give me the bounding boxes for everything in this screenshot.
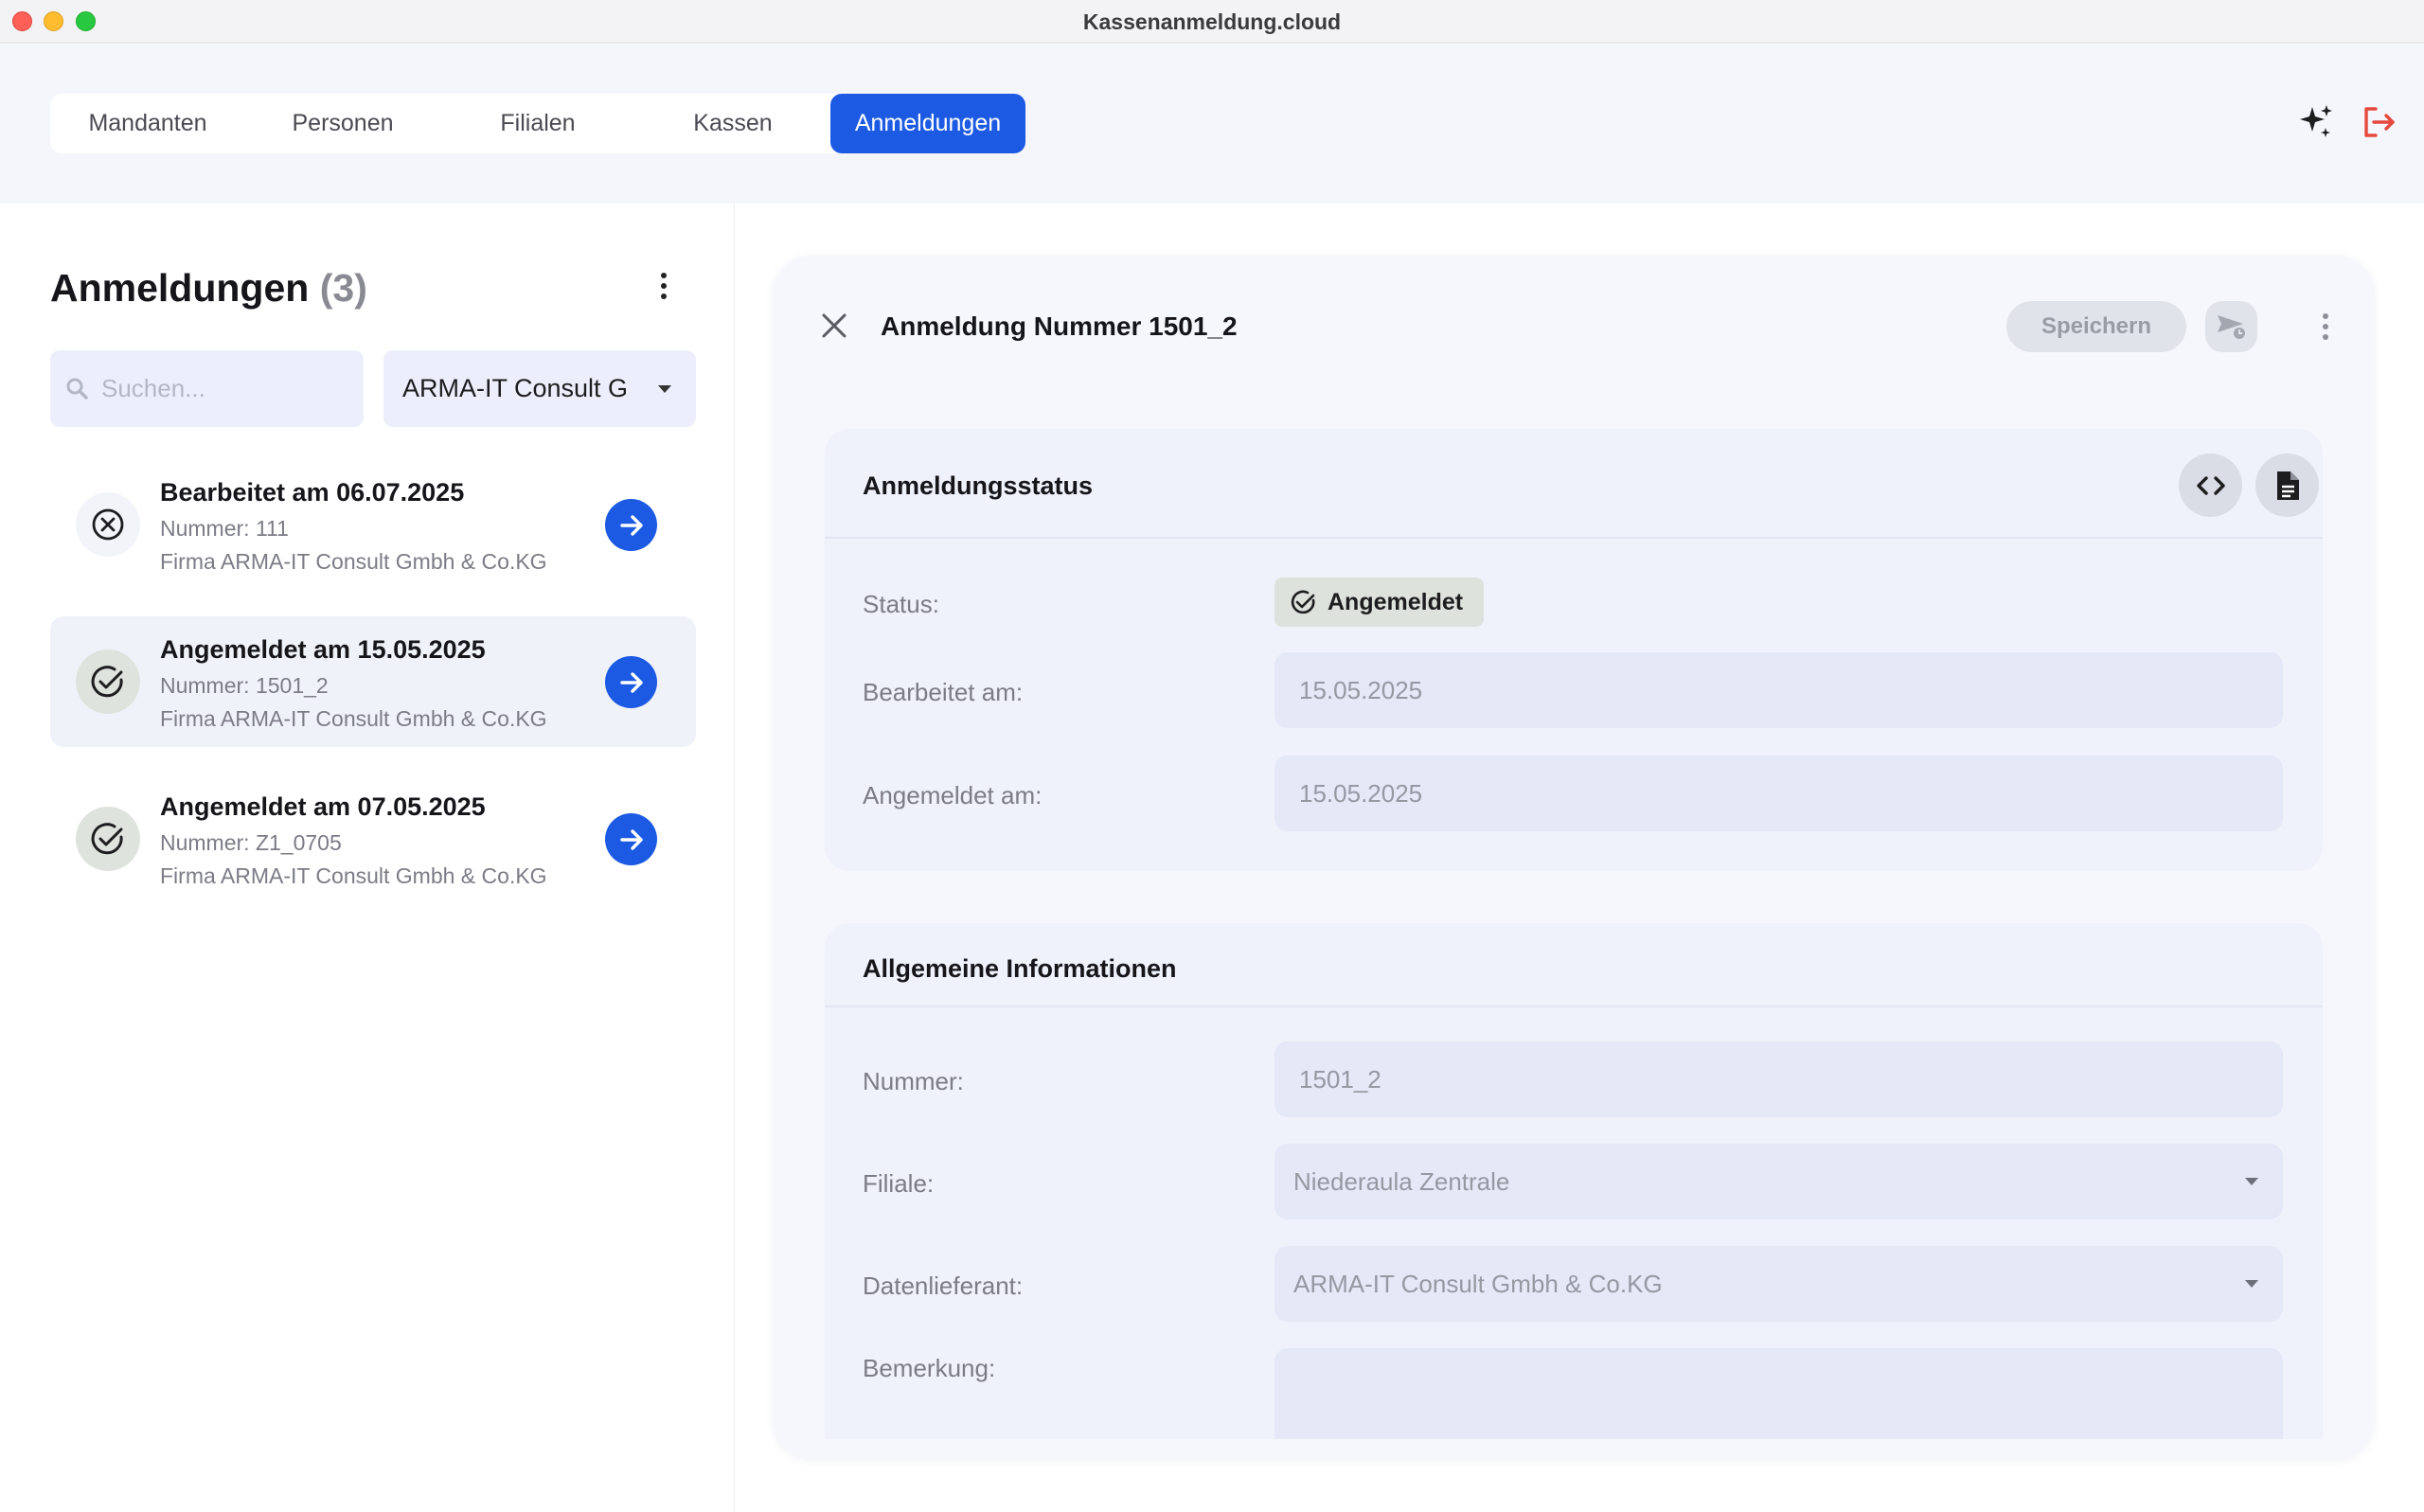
search-icon: [66, 378, 88, 400]
registrations-list: Bearbeitet am 06.07.2025 Nummer: 111 Fir…: [50, 459, 696, 931]
general-info-section: Allgemeine Informationen Nummer: 1501_2 …: [825, 923, 2323, 1439]
arrow-right-icon[interactable]: [605, 656, 657, 708]
main-nav-tabs: Mandanten Personen Filialen Kassen Anmel…: [50, 94, 1025, 153]
tab-mandanten[interactable]: Mandanten: [50, 94, 245, 153]
document-icon[interactable]: [2255, 454, 2319, 517]
supplier-select[interactable]: ARMA-IT Consult Gmbh & Co.KG: [1274, 1246, 2283, 1322]
chevron-down-icon: [2245, 1178, 2258, 1185]
list-item[interactable]: Angemeldet am 07.05.2025 Nummer: Z1_0705…: [50, 774, 696, 904]
list-item-number: Nummer: 1501_2: [160, 673, 329, 698]
supplier-select-value: ARMA-IT Consult Gmbh & Co.KG: [1293, 1269, 1663, 1298]
list-item-selected[interactable]: Angemeldet am 15.05.2025 Nummer: 1501_2 …: [50, 616, 696, 747]
registered-label: Angemeldet am:: [863, 781, 1043, 809]
arrow-right-icon[interactable]: [605, 499, 657, 551]
status-label: Status:: [863, 590, 939, 618]
company-filter-value: ARMA-IT Consult Gmbh & Co.KG: [402, 374, 626, 402]
status-section-title: Anmeldungsstatus: [863, 471, 1094, 500]
tab-anmeldungen[interactable]: Anmeldungen: [830, 94, 1025, 153]
save-button[interactable]: Speichern: [2006, 301, 2186, 352]
check-circle-icon: [1291, 590, 1315, 614]
list-item-company: Firma ARMA-IT Consult Gmbh & Co.KG: [160, 549, 547, 574]
check-status-icon: [76, 807, 140, 871]
rejected-status-icon: [76, 492, 140, 557]
detail-header: Anmeldung Nummer 1501_2 Speichern: [774, 256, 2374, 395]
search-input[interactable]: [101, 374, 348, 403]
registration-detail-pane: Anmeldung Nummer 1501_2 Speichern Anmeld…: [736, 204, 2424, 1512]
detail-more-menu-button[interactable]: [2311, 308, 2340, 346]
send-icon[interactable]: [2205, 301, 2257, 352]
list-item[interactable]: Bearbeitet am 06.07.2025 Nummer: 111 Fir…: [50, 459, 696, 590]
check-status-icon: [76, 649, 140, 714]
edited-label: Bearbeitet am:: [863, 678, 1024, 706]
list-item-company: Firma ARMA-IT Consult Gmbh & Co.KG: [160, 863, 547, 888]
remark-textarea[interactable]: [1274, 1348, 2283, 1439]
detail-card: Anmeldung Nummer 1501_2 Speichern Anmeld…: [774, 256, 2374, 1458]
list-count: (3): [319, 266, 367, 310]
status-badge: Angemeldet: [1274, 578, 1484, 627]
chevron-down-icon: [658, 385, 671, 393]
list-item-number: Nummer: 111: [160, 516, 289, 541]
search-box[interactable]: [50, 350, 364, 427]
branch-select[interactable]: Niederaula Zentrale: [1274, 1144, 2283, 1219]
close-icon[interactable]: [819, 311, 849, 341]
detail-title: Anmeldung Nummer 1501_2: [881, 311, 1238, 341]
section-divider: [825, 1005, 2323, 1007]
list-item-number: Nummer: Z1_0705: [160, 830, 342, 855]
window-title: Kassenanmeldung.cloud: [1082, 9, 1342, 34]
arrow-right-icon[interactable]: [605, 813, 657, 865]
list-item-title: Angemeldet am 15.05.2025: [160, 635, 486, 664]
supplier-label: Datenlieferant:: [863, 1272, 1024, 1300]
detail-scroll-area[interactable]: Anmeldungsstatus Status: Angemeldet Bear…: [825, 429, 2323, 1439]
list-item-title: Bearbeitet am 06.07.2025: [160, 478, 465, 507]
code-icon[interactable]: [2179, 454, 2242, 517]
status-badge-text: Angemeldet: [1328, 588, 1464, 615]
number-label: Nummer:: [863, 1067, 964, 1095]
list-title-text: Anmeldungen: [50, 266, 310, 310]
tab-kassen[interactable]: Kassen: [635, 94, 830, 153]
app-header: Mandanten Personen Filialen Kassen Anmel…: [0, 44, 2424, 204]
general-section-title: Allgemeine Informationen: [863, 954, 1177, 983]
edited-date-field: 15.05.2025: [1274, 652, 2283, 728]
branch-select-value: Niederaula Zentrale: [1293, 1166, 1510, 1196]
chevron-down-icon: [2245, 1280, 2258, 1288]
tab-personen[interactable]: Personen: [245, 94, 440, 153]
registrations-list-pane: Anmeldungen (3) ARMA-IT Consult Gmbh & C…: [0, 204, 735, 1512]
window-titlebar: Kassenanmeldung.cloud: [0, 0, 2424, 44]
branch-label: Filiale:: [863, 1169, 935, 1198]
sparkle-icon[interactable]: [2295, 101, 2337, 143]
logout-icon[interactable]: [2358, 101, 2399, 143]
remark-label: Bemerkung:: [863, 1354, 996, 1382]
company-filter-select[interactable]: ARMA-IT Consult Gmbh & Co.KG: [383, 350, 696, 427]
section-divider: [825, 537, 2323, 539]
number-field[interactable]: 1501_2: [1274, 1041, 2283, 1117]
list-more-menu-button[interactable]: [650, 267, 678, 305]
list-item-title: Angemeldet am 07.05.2025: [160, 792, 486, 821]
tab-filialen[interactable]: Filialen: [440, 94, 635, 153]
list-item-company: Firma ARMA-IT Consult Gmbh & Co.KG: [160, 706, 547, 731]
list-title: Anmeldungen (3): [50, 266, 367, 311]
registered-date-field: 15.05.2025: [1274, 756, 2283, 831]
status-section: Anmeldungsstatus Status: Angemeldet Bear…: [825, 429, 2323, 871]
